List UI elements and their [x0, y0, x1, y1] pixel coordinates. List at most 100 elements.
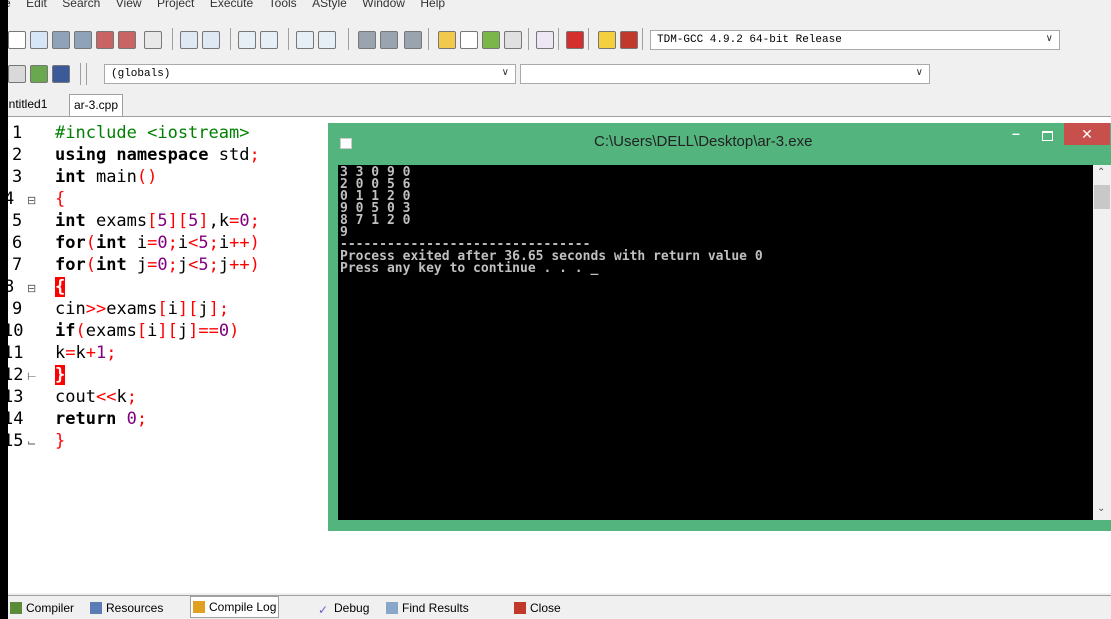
tab-find-results[interactable]: Find Results — [384, 598, 471, 618]
tab-close[interactable]: Close — [512, 598, 563, 618]
scroll-down-icon[interactable]: ⌄ — [1097, 503, 1105, 514]
toggle-comment-icon[interactable] — [404, 31, 422, 49]
replace-icon[interactable] — [260, 31, 278, 49]
menu-file[interactable]: e — [8, 0, 11, 10]
line-number: 8 — [8, 277, 15, 297]
bookmark-icon[interactable] — [358, 31, 376, 49]
member-select[interactable]: ∨ — [520, 64, 930, 84]
maximize-icon[interactable] — [1042, 131, 1053, 141]
file-tabs: Untitled1 ar-3.cpp — [8, 94, 1111, 117]
menu-execute[interactable]: Execute — [210, 0, 253, 10]
close-window-button[interactable]: ✕ — [1064, 123, 1110, 145]
tab-resources[interactable]: Resources — [88, 598, 165, 618]
code-line-14: return 0; — [55, 409, 148, 429]
stop-execution-icon[interactable] — [566, 31, 584, 49]
chevron-down-icon: ∨ — [915, 68, 923, 79]
scope-select[interactable]: (globals) ∨ — [104, 64, 516, 84]
tab-label: Close — [530, 601, 561, 615]
indent-icon[interactable] — [296, 31, 314, 49]
chevron-down-icon: ∨ — [501, 68, 509, 79]
toolbar-separator — [348, 28, 349, 50]
toolbar-separator — [230, 28, 231, 50]
class-toolbar: (globals) ∨ ∨ — [8, 60, 1111, 88]
scroll-up-icon[interactable]: ⌃ — [1097, 167, 1105, 178]
menu-project[interactable]: Project — [157, 0, 194, 10]
menu-edit[interactable]: Edit — [26, 0, 47, 10]
open-file-icon[interactable] — [30, 31, 48, 49]
compile-icon[interactable] — [438, 31, 456, 49]
toolbar-separator — [428, 28, 429, 50]
line-number: 1 — [12, 123, 23, 143]
toggle-icon[interactable] — [52, 65, 70, 83]
compiler-select[interactable]: TDM-GCC 4.9.2 64-bit Release ∨ — [650, 30, 1060, 50]
bottom-panel-tabs: Compiler Resources Compile Log ✓ Debug Fi… — [8, 595, 1111, 619]
tab-untitled1[interactable]: Untitled1 — [8, 94, 51, 115]
tab-label: Compiler — [26, 601, 75, 615]
delete-profile-icon[interactable] — [620, 31, 638, 49]
close-file-icon[interactable] — [96, 31, 114, 49]
run-icon[interactable] — [460, 31, 478, 49]
scrollbar-thumb[interactable] — [1094, 185, 1110, 209]
toolbar-separator — [86, 63, 87, 85]
save-all-icon[interactable] — [74, 31, 92, 49]
line-number: 13 — [8, 387, 24, 407]
tab-label: Debug — [334, 601, 370, 615]
find-icon — [386, 602, 398, 614]
code-line-12: } — [55, 365, 66, 385]
fold-end-icon: ⌙ — [27, 437, 37, 449]
code-line-8: { — [55, 277, 66, 297]
tab-ar-3-cpp[interactable]: ar-3.cpp — [69, 94, 124, 116]
compile-run-icon[interactable] — [482, 31, 500, 49]
line-number: 9 — [12, 299, 23, 319]
menu-search[interactable]: Search — [62, 0, 100, 10]
line-number: 7 — [12, 255, 23, 275]
tab-label: Resources — [106, 601, 164, 615]
code-line-3: int main() — [55, 167, 158, 187]
console-output-area[interactable]: 3 3 0 9 0 2 0 0 5 6 0 1 1 2 0 9 0 5 0 3 … — [338, 165, 1093, 520]
tab-compile-log[interactable]: Compile Log — [190, 596, 280, 618]
unindent-icon[interactable] — [318, 31, 336, 49]
console-window[interactable]: C:\Users\DELL\Desktop\ar-3.exe – ✕ 3 3 0… — [328, 123, 1111, 531]
redo-icon[interactable] — [202, 31, 220, 49]
tab-compiler[interactable]: Compiler — [8, 598, 76, 618]
code-line-13: cout<<k; — [55, 387, 137, 407]
line-number: 4 — [8, 189, 15, 209]
menu-help[interactable]: Help — [420, 0, 445, 10]
line-number: 6 — [12, 233, 23, 253]
compiler-select-value: TDM-GCC 4.9.2 64-bit Release — [657, 34, 842, 46]
toolbar-separator — [172, 28, 173, 50]
save-icon[interactable] — [52, 31, 70, 49]
syntax-check-icon[interactable] — [536, 31, 554, 49]
close-all-icon[interactable] — [118, 31, 136, 49]
tab-debug[interactable]: ✓ Debug — [316, 598, 371, 618]
console-title-bar[interactable]: C:\Users\DELL\Desktop\ar-3.exe – ✕ — [328, 123, 1111, 165]
print-icon[interactable] — [144, 31, 162, 49]
menu-astyle[interactable]: AStyle — [312, 0, 347, 10]
new-class-icon[interactable] — [8, 65, 26, 83]
insert-icon[interactable] — [30, 65, 48, 83]
line-number: 12 — [8, 365, 24, 385]
new-file-icon[interactable] — [8, 31, 26, 49]
menu-view[interactable]: View — [116, 0, 142, 10]
code-line-2: using namespace std; — [55, 145, 260, 165]
minimize-icon[interactable]: – — [1012, 125, 1020, 141]
rebuild-all-icon[interactable] — [504, 31, 522, 49]
goto-bookmark-icon[interactable] — [380, 31, 398, 49]
toolbar-separator — [588, 28, 589, 50]
fold-toggle-icon[interactable]: ⊟ — [27, 282, 37, 295]
checkmark-icon: ✓ — [318, 603, 329, 617]
code-line-5: int exams[5][5],k=0; — [55, 211, 260, 231]
menu-tools[interactable]: Tools — [269, 0, 297, 10]
code-line-15: } — [55, 431, 66, 451]
console-scrollbar[interactable]: ⌃ ⌄ — [1093, 165, 1111, 520]
find-icon[interactable] — [238, 31, 256, 49]
profile-icon[interactable] — [598, 31, 616, 49]
code-line-7: for(int j=0;j<5;j++) — [55, 255, 260, 275]
toolbar-separator — [528, 28, 529, 50]
fold-toggle-icon[interactable]: ⊟ — [27, 194, 37, 207]
line-number: 3 — [12, 167, 23, 187]
menu-window[interactable]: Window — [362, 0, 405, 10]
undo-icon[interactable] — [180, 31, 198, 49]
tab-label: Compile Log — [209, 600, 277, 614]
console-output: 3 3 0 9 0 2 0 0 5 6 0 1 1 2 0 9 0 5 0 3 … — [340, 165, 763, 276]
